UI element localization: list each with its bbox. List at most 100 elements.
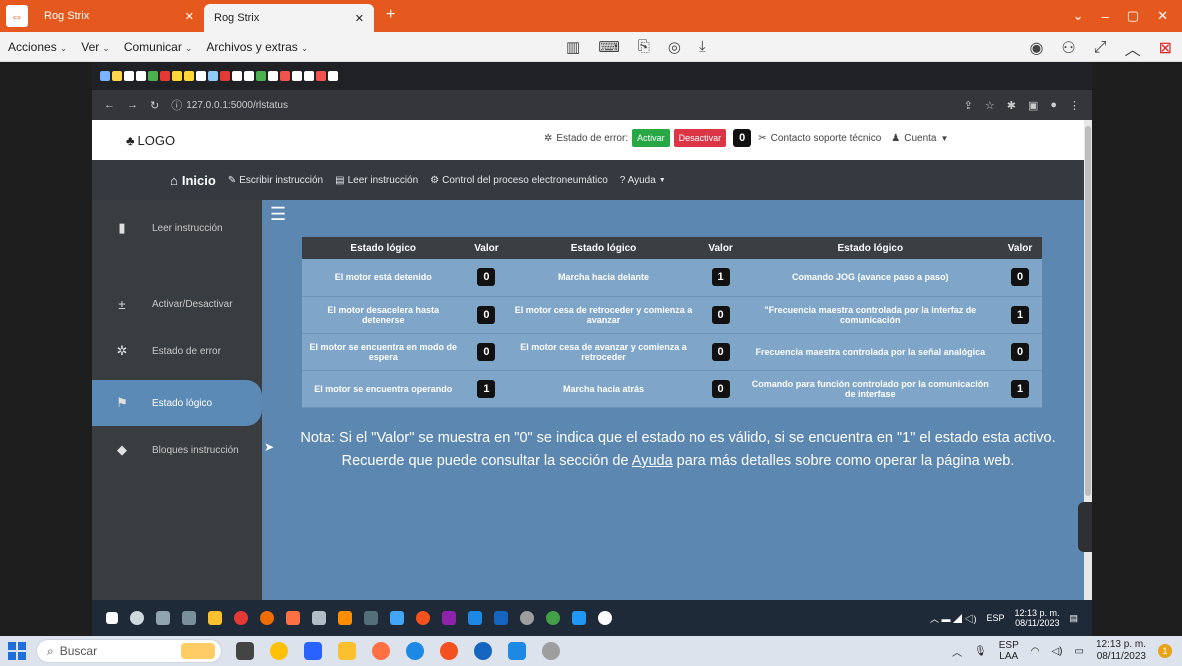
menu-ver[interactable]: Ver ⌄ bbox=[81, 40, 110, 54]
app-icon[interactable] bbox=[364, 611, 378, 625]
app-icon[interactable] bbox=[312, 611, 326, 625]
help-link[interactable]: Ayuda bbox=[632, 453, 673, 469]
tab-favicon-icon[interactable] bbox=[124, 71, 134, 81]
sidepanel-icon[interactable]: ▣ bbox=[1028, 99, 1038, 112]
firefox-icon[interactable] bbox=[286, 611, 300, 625]
edge-icon[interactable] bbox=[406, 642, 424, 660]
app-icon[interactable] bbox=[542, 642, 560, 660]
bookmark-star-icon[interactable]: ☆ bbox=[985, 99, 995, 112]
app-icon[interactable] bbox=[182, 611, 196, 625]
app-icon[interactable] bbox=[390, 611, 404, 625]
tab-favicon-icon[interactable] bbox=[184, 71, 194, 81]
tray-icons[interactable]: ︿ ▬ ◢ ◁) bbox=[930, 612, 977, 625]
back-icon[interactable]: ← bbox=[104, 99, 115, 112]
profile-icon[interactable]: ● bbox=[1050, 99, 1057, 112]
tab-favicon-icon[interactable] bbox=[148, 71, 158, 81]
chevron-down-icon[interactable]: ⌄ bbox=[1073, 8, 1084, 24]
tab-favicon-icon[interactable] bbox=[328, 71, 338, 81]
share-icon[interactable]: ⇪ bbox=[964, 99, 973, 112]
end-session-icon[interactable]: ⊠ bbox=[1159, 38, 1172, 58]
teamviewer-icon[interactable] bbox=[598, 611, 612, 625]
tab-favicon-icon[interactable] bbox=[244, 71, 254, 81]
nav-help[interactable]: ? Ayuda ▼ bbox=[620, 175, 666, 186]
app-icon[interactable] bbox=[304, 642, 322, 660]
app-icon[interactable] bbox=[338, 611, 352, 625]
opera-icon[interactable] bbox=[234, 611, 248, 625]
sidebar-item-estado-logico[interactable]: ⚑ Estado lógico bbox=[92, 380, 262, 426]
tab-favicon-icon[interactable] bbox=[232, 71, 242, 81]
support-link[interactable]: Contacto soporte técnico bbox=[771, 133, 882, 144]
tab-favicon-icon[interactable] bbox=[268, 71, 278, 81]
firefox-icon[interactable] bbox=[372, 642, 390, 660]
menu-comunicar[interactable]: Comunicar ⌄ bbox=[124, 40, 193, 54]
teamviewer-icon[interactable] bbox=[474, 642, 492, 660]
file-explorer-icon[interactable] bbox=[338, 642, 356, 660]
tab-favicon-icon[interactable] bbox=[316, 71, 326, 81]
viewer-tab-2[interactable]: Rog Strix ✕ bbox=[204, 4, 374, 32]
extension-icon[interactable]: ✱ bbox=[1007, 99, 1016, 112]
nav-write-instruction[interactable]: ✎ Escribir instrucción bbox=[228, 175, 323, 186]
viewer-tab-1[interactable]: Rog Strix ✕ bbox=[34, 0, 204, 32]
collapse-icon[interactable]: ︿ bbox=[1125, 36, 1141, 60]
tab-favicon-icon[interactable] bbox=[220, 71, 230, 81]
viewer-side-handle[interactable] bbox=[1078, 502, 1092, 552]
weather-icon[interactable] bbox=[270, 642, 288, 660]
keyboard-icon[interactable]: ⌨ bbox=[598, 38, 620, 56]
sidebar-item-leer[interactable]: ▮ Leer instrucción bbox=[92, 208, 262, 248]
tab-favicon-icon[interactable] bbox=[136, 71, 146, 81]
chevron-up-icon[interactable]: ︿ bbox=[952, 644, 962, 659]
sidebar-item-bloques[interactable]: ◆ Bloques instrucción bbox=[92, 430, 262, 470]
file-transfer-icon[interactable]: ⎘ bbox=[638, 38, 650, 56]
tab-favicon-icon[interactable] bbox=[208, 71, 218, 81]
windows-start-icon[interactable] bbox=[106, 612, 118, 624]
tab-favicon-icon[interactable] bbox=[100, 71, 110, 81]
reload-icon[interactable]: ↻ bbox=[150, 99, 159, 112]
clock[interactable]: 12:13 p. m. 08/11/2023 bbox=[1096, 639, 1146, 663]
app-icon[interactable] bbox=[236, 642, 254, 660]
notification-icon[interactable]: ▤ bbox=[1069, 613, 1078, 624]
tab-favicon-icon[interactable] bbox=[280, 71, 290, 81]
spotify-icon[interactable] bbox=[546, 611, 560, 625]
scrollbar-thumb[interactable] bbox=[1085, 126, 1091, 496]
language-indicator[interactable]: ESP LAA bbox=[999, 640, 1019, 662]
app-icon[interactable] bbox=[468, 611, 482, 625]
deactivate-button[interactable]: Desactivar bbox=[673, 129, 727, 147]
chrome-icon[interactable] bbox=[440, 642, 458, 660]
battery-icon[interactable]: ▭ bbox=[1075, 646, 1084, 657]
nav-process-control[interactable]: ⚙ Control del proceso electroneumático bbox=[430, 175, 608, 186]
caret-down-icon[interactable]: ▼ bbox=[941, 134, 949, 143]
menu-acciones[interactable]: Acciones ⌄ bbox=[8, 40, 67, 54]
windows-start-icon[interactable] bbox=[8, 642, 26, 660]
search-input[interactable]: ⌕ Buscar bbox=[36, 639, 222, 663]
fullscreen-icon[interactable]: ⤢ bbox=[1094, 39, 1107, 57]
tab-favicon-icon[interactable] bbox=[160, 71, 170, 81]
screenshot-icon[interactable]: ◉ bbox=[1029, 38, 1043, 58]
nav-read-instruction[interactable]: ▤ Leer instrucción bbox=[335, 175, 418, 186]
nav-home[interactable]: ⌂ Inicio bbox=[170, 173, 216, 188]
close-window-icon[interactable]: ✕ bbox=[1157, 8, 1168, 24]
tab-favicon-icon[interactable] bbox=[172, 71, 182, 81]
new-tab-icon[interactable]: + bbox=[374, 0, 407, 32]
folder-icon[interactable] bbox=[208, 611, 222, 625]
notification-badge[interactable]: 1 bbox=[1158, 644, 1172, 658]
sidebar-item-activar[interactable]: ± Activar/Desactivar bbox=[92, 284, 262, 324]
sidebar-item-error[interactable]: ✲ Estado de error bbox=[92, 331, 262, 371]
remote-lang[interactable]: ESP bbox=[986, 613, 1004, 623]
search-icon[interactable] bbox=[130, 611, 144, 625]
close-icon[interactable]: ✕ bbox=[185, 10, 194, 23]
tab-favicon-icon[interactable] bbox=[292, 71, 302, 81]
chrome-icon[interactable] bbox=[260, 611, 274, 625]
tab-favicon-icon[interactable] bbox=[196, 71, 206, 81]
wifi-icon[interactable]: ◠ bbox=[1031, 646, 1040, 657]
tab-favicon-icon[interactable] bbox=[112, 71, 122, 81]
forward-icon[interactable]: → bbox=[127, 99, 138, 112]
kebab-menu-icon[interactable]: ⋮ bbox=[1069, 99, 1080, 112]
record-icon[interactable]: ◎ bbox=[668, 38, 681, 56]
volume-icon[interactable]: ◁) bbox=[1051, 646, 1062, 657]
app-icon[interactable] bbox=[520, 611, 534, 625]
maximize-icon[interactable]: ▢ bbox=[1127, 8, 1139, 24]
account-dropdown[interactable]: Cuenta bbox=[904, 133, 936, 144]
activate-button[interactable]: Activar bbox=[632, 129, 670, 147]
task-view-icon[interactable] bbox=[156, 611, 170, 625]
app-icon[interactable] bbox=[416, 611, 430, 625]
